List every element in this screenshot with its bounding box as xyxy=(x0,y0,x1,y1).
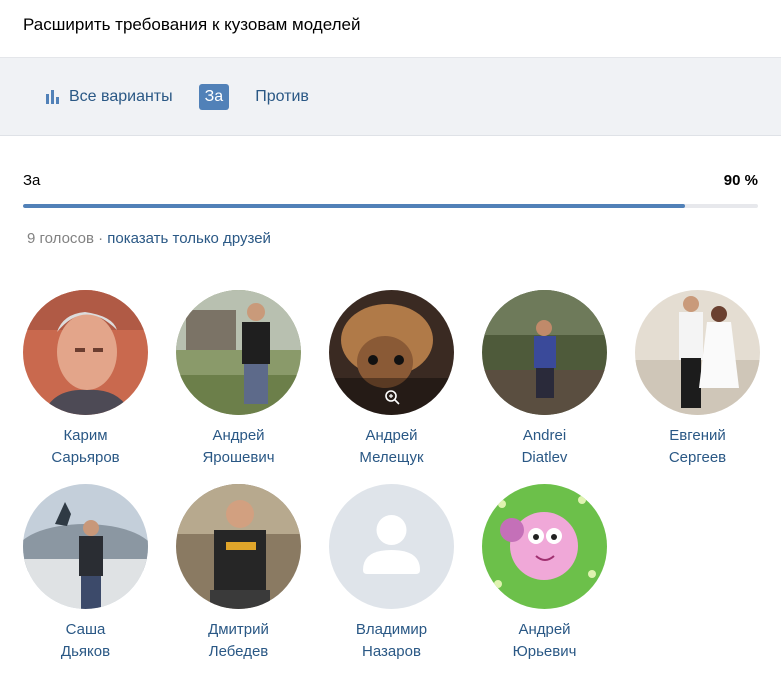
poll-header: Расширить требования к кузовам моделей xyxy=(0,0,781,58)
avatar[interactable] xyxy=(482,290,607,415)
avatar[interactable] xyxy=(329,290,454,415)
avatar[interactable] xyxy=(23,484,148,609)
tab-against[interactable]: Против xyxy=(249,84,315,110)
voter-card[interactable]: Дмитрий Лебедев xyxy=(176,484,301,674)
poll-result: За 90 % 9 голосов · показать только друз… xyxy=(0,136,781,247)
poll-tabs: Все варианты За Против xyxy=(0,58,781,136)
result-progress-bar xyxy=(23,204,758,208)
show-friends-link[interactable]: показать только друзей xyxy=(107,230,271,247)
avatar[interactable] xyxy=(635,290,760,415)
voter-name[interactable]: Карим Сарьяров xyxy=(23,425,148,469)
voter-name[interactable]: Андрей Ярошевич xyxy=(176,425,301,469)
avatar[interactable] xyxy=(176,290,301,415)
tab-for[interactable]: За xyxy=(198,83,230,110)
option-label: За xyxy=(23,172,41,189)
avatar[interactable] xyxy=(482,484,607,609)
votes-separator: · xyxy=(98,230,104,247)
voter-card[interactable]: Карим Сарьяров xyxy=(23,290,148,484)
voter-name[interactable]: Andrei Diatlev xyxy=(482,425,607,469)
voter-name[interactable]: Саша Дьяков xyxy=(23,619,148,663)
avatar[interactable] xyxy=(23,290,148,415)
tab-all-options-label: Все варианты xyxy=(69,87,173,105)
votes-count: 9 голосов xyxy=(27,230,94,247)
voter-name[interactable]: Дмитрий Лебедев xyxy=(176,619,301,663)
tab-all-options[interactable]: Все варианты xyxy=(40,84,179,110)
votes-line: 9 голосов · показать только друзей xyxy=(23,230,758,247)
voter-card[interactable]: Андрей Ярошевич xyxy=(176,290,301,484)
poll-title: Расширить требования к кузовам моделей xyxy=(23,15,361,34)
voter-card[interactable]: Andrei Diatlev xyxy=(482,290,607,484)
voter-name[interactable]: Андрей Юрьевич xyxy=(482,619,607,663)
option-percent: 90 % xyxy=(723,172,758,189)
voter-name[interactable]: Владимир Назаров xyxy=(329,619,454,663)
result-progress-fill xyxy=(23,204,685,208)
avatar-placeholder[interactable] xyxy=(329,484,454,609)
voter-name[interactable]: Андрей Мелещук xyxy=(329,425,454,469)
voter-card[interactable]: Андрей Мелещук xyxy=(329,290,454,484)
tab-for-label: За xyxy=(204,87,224,105)
bar-chart-icon xyxy=(46,89,61,104)
avatar[interactable] xyxy=(176,484,301,609)
voter-card[interactable]: Владимир Назаров xyxy=(329,484,454,674)
voter-card[interactable]: Саша Дьяков xyxy=(23,484,148,674)
tab-against-label: Против xyxy=(255,87,309,105)
voter-card[interactable]: Андрей Юрьевич xyxy=(482,484,607,674)
voters-grid: Карим Сарьяров Андрей Ярошевич Андрей Ме… xyxy=(23,290,763,674)
voter-name[interactable]: Евгений Сергеев xyxy=(635,425,760,469)
voter-card[interactable]: Евгений Сергеев xyxy=(635,290,760,484)
